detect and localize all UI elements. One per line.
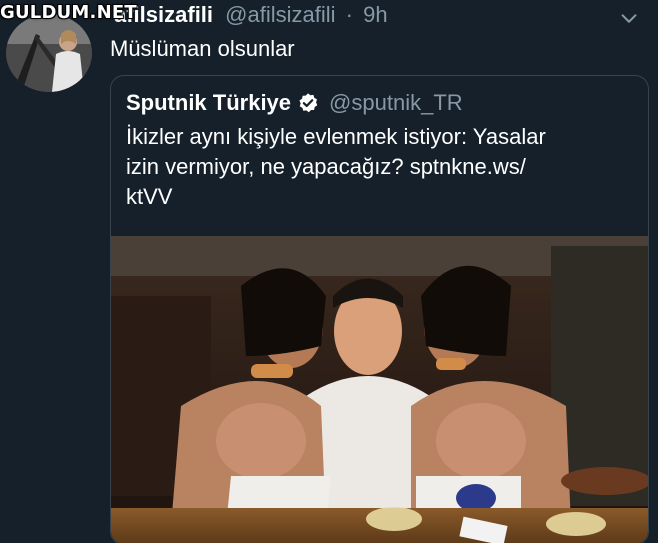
quoted-tweet-card[interactable]: Sputnik Türkiye @sputnik_TR İkizler aynı… [110, 75, 649, 543]
avatar[interactable] [6, 14, 92, 92]
quoted-user-handle: @sputnik_TR [329, 90, 463, 115]
quoted-text-line: ktVV [126, 184, 173, 209]
timestamp[interactable]: 9h [363, 2, 387, 27]
watermark-logo: GULDUM.NET [0, 2, 137, 23]
chevron-down-icon[interactable] [618, 8, 640, 30]
avatar-photo [6, 14, 92, 92]
quoted-display-name: Sputnik Türkiye [126, 90, 292, 115]
user-handle[interactable]: @afilsizafili [225, 2, 335, 27]
quoted-text-line: izin vermiyor, ne yapacağız? sptnkne.ws/ [126, 154, 526, 179]
quoted-tweet-text: İkizler aynı kişiyle evlenmek istiyor: Y… [126, 122, 636, 212]
tweet-text: Müslüman olsunlar [110, 36, 295, 61]
verified-badge-icon [299, 93, 318, 113]
separator: · [345, 2, 353, 27]
photo-three-people [111, 236, 648, 543]
quoted-text-line: İkizler aynı kişiyle evlenmek istiyor: Y… [126, 124, 546, 149]
tweet-header: afilsizafili @afilsizafili · 9h [100, 2, 388, 28]
quoted-tweet-header: Sputnik Türkiye @sputnik_TR [126, 90, 463, 116]
quoted-tweet-image[interactable] [111, 236, 648, 543]
